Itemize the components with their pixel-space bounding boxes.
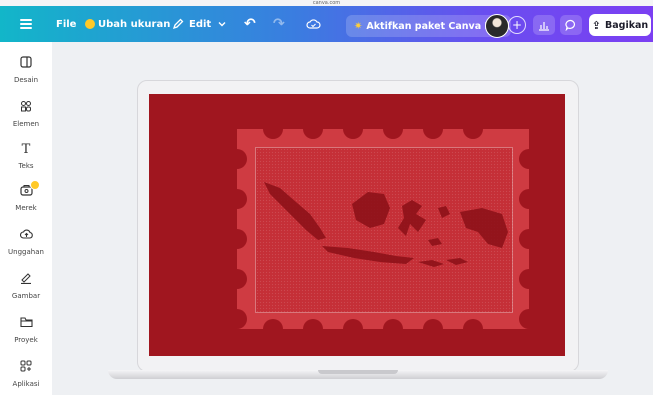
menu-icon[interactable] bbox=[20, 6, 34, 42]
resize-button[interactable]: Ubah ukuran bbox=[85, 6, 170, 42]
sidebar-item-brand[interactable]: Merek bbox=[0, 180, 52, 212]
sidebar-item-label: Proyek bbox=[14, 336, 38, 344]
share-button[interactable]: ⇪ Bagikan bbox=[589, 14, 651, 36]
analytics-icon[interactable] bbox=[533, 15, 555, 35]
laptop-notch bbox=[318, 370, 398, 374]
text-icon: T bbox=[21, 142, 31, 157]
sidebar-item-label: Unggahan bbox=[8, 248, 44, 256]
crown-icon bbox=[85, 19, 95, 29]
sidebar-item-label: Merek bbox=[15, 204, 37, 212]
sidebar: Desain Elemen T Teks Merek Unggahan Gamb… bbox=[0, 42, 52, 395]
indonesia-map-graphic bbox=[264, 182, 508, 267]
share-label: Bagikan bbox=[605, 19, 649, 31]
sidebar-item-uploads[interactable]: Unggahan bbox=[0, 228, 52, 256]
elements-icon bbox=[20, 100, 32, 116]
brand-icon bbox=[19, 180, 40, 200]
sidebar-item-label: Teks bbox=[18, 162, 34, 170]
pro-label: Aktifkan paket Canva Pro bbox=[366, 20, 503, 32]
sidebar-item-label: Desain bbox=[13, 76, 38, 84]
sidebar-item-apps[interactable]: Aplikasi bbox=[0, 360, 52, 388]
avatar[interactable] bbox=[485, 14, 509, 38]
edit-label: Edit bbox=[189, 18, 212, 30]
comment-icon[interactable] bbox=[560, 15, 582, 35]
star-icon: ✷ bbox=[354, 20, 363, 32]
upload-icon bbox=[19, 228, 33, 244]
redo-icon[interactable]: ↷ bbox=[273, 6, 285, 42]
premium-badge bbox=[29, 180, 40, 190]
sidebar-item-design[interactable]: Desain bbox=[0, 56, 52, 84]
cloud-sync-icon[interactable] bbox=[306, 6, 321, 42]
sidebar-item-projects[interactable]: Proyek bbox=[0, 316, 52, 344]
sidebar-item-draw[interactable]: Gambar bbox=[0, 272, 52, 300]
folder-icon bbox=[19, 316, 33, 332]
file-menu[interactable]: File bbox=[56, 6, 76, 42]
sidebar-item-label: Gambar bbox=[11, 292, 41, 300]
add-collaborator-button[interactable]: + bbox=[508, 16, 526, 34]
sidebar-item-label: Elemen bbox=[12, 120, 40, 128]
resize-label: Ubah ukuran bbox=[98, 18, 171, 30]
stamp-inner bbox=[255, 147, 513, 313]
sidebar-item-text[interactable]: T Teks bbox=[0, 142, 52, 170]
edit-menu[interactable]: Edit bbox=[172, 6, 227, 42]
sidebar-item-label: Aplikasi bbox=[12, 380, 40, 388]
apps-icon bbox=[20, 360, 32, 376]
design-icon bbox=[20, 56, 32, 72]
share-icon: ⇪ bbox=[591, 18, 601, 32]
top-toolbar: File Ubah ukuran Edit ↶ ↷ ✷ Aktifkan pak… bbox=[0, 6, 653, 42]
design-canvas[interactable] bbox=[149, 94, 565, 356]
draw-icon bbox=[20, 272, 32, 288]
sidebar-item-elements[interactable]: Elemen bbox=[0, 100, 52, 128]
laptop-mockup bbox=[108, 80, 608, 380]
chevron-down-icon bbox=[218, 22, 226, 27]
pencil-icon bbox=[172, 18, 184, 30]
stamp-frame bbox=[237, 129, 529, 329]
undo-icon[interactable]: ↶ bbox=[244, 6, 256, 42]
